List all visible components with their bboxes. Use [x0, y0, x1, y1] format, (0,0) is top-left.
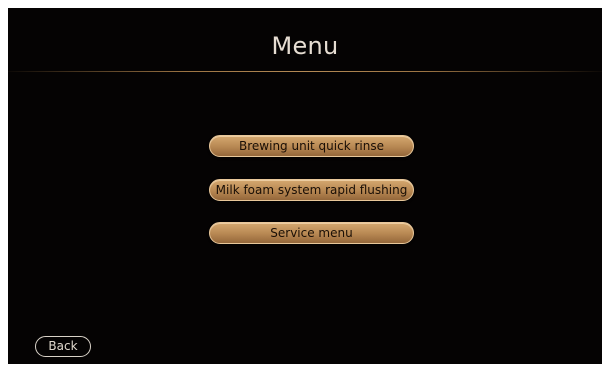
back-button[interactable]: Back — [35, 336, 91, 357]
title-divider — [8, 71, 602, 72]
menu-screen: Menu Brewing unit quick rinse Milk foam … — [8, 8, 602, 364]
milk-foam-system-rapid-flushing-button[interactable]: Milk foam system rapid flushing — [209, 179, 414, 201]
brewing-unit-quick-rinse-button[interactable]: Brewing unit quick rinse — [209, 135, 414, 157]
service-menu-button[interactable]: Service menu — [209, 222, 414, 244]
page-title: Menu — [271, 32, 339, 60]
